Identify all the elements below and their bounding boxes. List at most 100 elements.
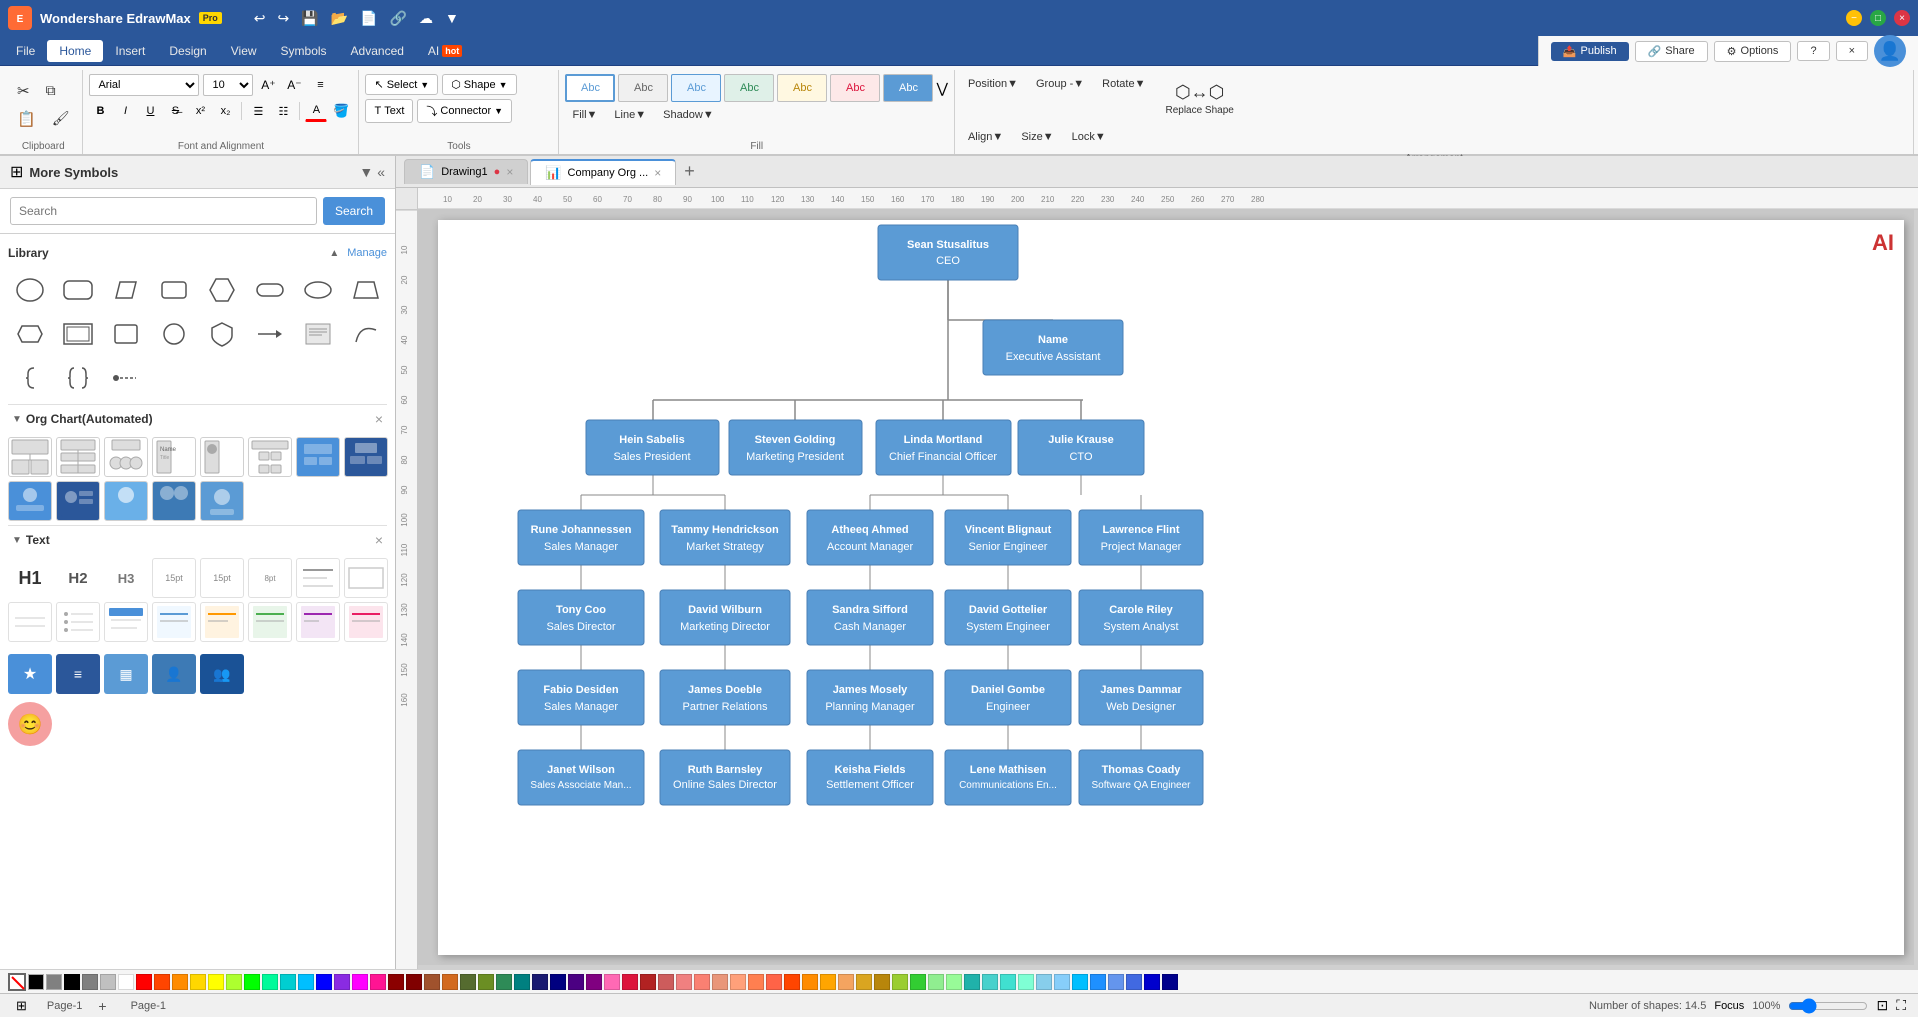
connector-button[interactable]: ⤵ Connector ▼ <box>417 99 512 123</box>
orgchart-template-9[interactable] <box>8 481 52 521</box>
italic-button[interactable]: I <box>114 100 136 122</box>
text-section-header[interactable]: ▼ Text × <box>8 525 387 554</box>
color-swatch-41[interactable] <box>802 974 818 990</box>
menu-file[interactable]: File <box>4 40 47 62</box>
color-swatch-55[interactable] <box>1054 974 1070 990</box>
color-swatch-58[interactable] <box>1108 974 1124 990</box>
color-swatch-37[interactable] <box>730 974 746 990</box>
text-h2[interactable]: H2 <box>56 558 100 598</box>
fullscreen-button[interactable]: ⛶ <box>1896 997 1906 1014</box>
orgchart-template-1[interactable] <box>8 437 52 477</box>
menu-insert[interactable]: Insert <box>103 40 157 62</box>
text-template-icon-4[interactable]: 👤 <box>152 654 196 694</box>
shape-brace[interactable] <box>8 358 52 398</box>
position-button[interactable]: Position▼ <box>961 74 1025 124</box>
shape-plus-dot[interactable] <box>104 358 148 398</box>
manage-button[interactable]: Manage <box>347 247 387 259</box>
paste-button[interactable]: 📋 <box>10 106 43 132</box>
text-template-colored-1[interactable] <box>104 602 148 642</box>
shape-pill[interactable] <box>248 270 292 310</box>
color-swatch-46[interactable] <box>892 974 908 990</box>
orgchart-template-2[interactable] <box>56 437 100 477</box>
numbering-button[interactable]: ☷ <box>272 100 294 122</box>
help-button[interactable]: ? <box>1797 41 1829 61</box>
color-swatch-47[interactable] <box>910 974 926 990</box>
shape-oval[interactable] <box>296 270 340 310</box>
orgchart-template-7[interactable] <box>296 437 340 477</box>
color-swatch-18[interactable] <box>388 974 404 990</box>
color-swatch-26[interactable] <box>532 974 548 990</box>
styles-expand-button[interactable]: ⋁ <box>936 80 947 97</box>
style-swatch-2[interactable]: Abc <box>618 74 668 102</box>
align-button[interactable]: ≡ <box>309 74 331 96</box>
color-swatch-24[interactable] <box>496 974 512 990</box>
color-swatch-48[interactable] <box>928 974 944 990</box>
line-button[interactable]: Line▼ <box>607 105 653 125</box>
shape-double-rect[interactable] <box>56 314 100 354</box>
color-swatch-3[interactable] <box>118 974 134 990</box>
color-swatch-38[interactable] <box>748 974 764 990</box>
fit-page-button[interactable]: ⊡ <box>1876 997 1888 1014</box>
color-swatch-44[interactable] <box>856 974 872 990</box>
text-small-2[interactable]: 15pt <box>200 558 244 598</box>
color-swatch-39[interactable] <box>766 974 782 990</box>
orgchart-template-12[interactable] <box>152 481 196 521</box>
color-swatch-13[interactable] <box>298 974 314 990</box>
maximize-button[interactable]: □ <box>1870 10 1886 26</box>
color-swatch-40[interactable] <box>784 974 800 990</box>
bold-button[interactable]: B <box>89 100 111 122</box>
text-small-3[interactable]: 8pt <box>248 558 292 598</box>
shape-rounded-rect[interactable] <box>56 270 100 310</box>
color-swatch-23[interactable] <box>478 974 494 990</box>
text-template-bullets[interactable] <box>56 602 100 642</box>
replace-shape-button[interactable]: ⬡↔⬡ Replace Shape <box>1156 74 1242 124</box>
superscript-button[interactable]: x² <box>189 100 211 122</box>
strikethrough-button[interactable]: S̶ <box>164 100 186 122</box>
orgchart-template-6[interactable] <box>248 437 292 477</box>
shape-text-block[interactable] <box>296 314 340 354</box>
color-swatch-11[interactable] <box>262 974 278 990</box>
no-color-btn[interactable] <box>8 973 26 991</box>
color-swatch-22[interactable] <box>460 974 476 990</box>
search-button[interactable]: Search <box>323 197 385 225</box>
format-painter-button[interactable]: 🖌 <box>45 106 77 132</box>
tab-drawing1[interactable]: 📄 Drawing1 ● × <box>404 159 528 184</box>
color-swatch-52[interactable] <box>1000 974 1016 990</box>
rotate-button[interactable]: Rotate▼ <box>1095 74 1152 124</box>
color-swatch-60[interactable] <box>1144 974 1160 990</box>
menu-advanced[interactable]: Advanced <box>339 40 416 62</box>
shape-trapezoid[interactable] <box>344 270 388 310</box>
menu-design[interactable]: Design <box>157 40 218 62</box>
color-swatch-56[interactable] <box>1072 974 1088 990</box>
color-swatch-29[interactable] <box>586 974 602 990</box>
text-template-list-1[interactable] <box>8 602 52 642</box>
menu-ai[interactable]: AI hot <box>416 40 474 62</box>
color-swatch-30[interactable] <box>604 974 620 990</box>
color-swatch-9[interactable] <box>226 974 242 990</box>
open-button[interactable]: 📂 <box>327 8 352 29</box>
style-swatch-5[interactable]: Abc <box>777 74 827 102</box>
orgchart-template-4[interactable]: NameTitle <box>152 437 196 477</box>
color-swatch-51[interactable] <box>982 974 998 990</box>
text-template-icon-5[interactable]: 👥 <box>200 654 244 694</box>
color-black[interactable] <box>28 974 44 990</box>
font-size-select[interactable]: 10 <box>203 74 253 96</box>
color-swatch-17[interactable] <box>370 974 386 990</box>
shape-shield[interactable] <box>200 314 244 354</box>
size-button[interactable]: Size▼ <box>1014 127 1060 147</box>
font-family-select[interactable]: Arial <box>89 74 199 96</box>
add-tab-button[interactable]: + <box>678 161 701 182</box>
style-swatch-7[interactable]: Abc <box>883 74 933 102</box>
text-h3[interactable]: H3 <box>104 558 148 598</box>
search-input[interactable] <box>10 197 317 225</box>
canvas[interactable]: AI <box>418 210 1914 965</box>
avatar-preview[interactable]: 😊 <box>8 702 52 746</box>
shape-curve[interactable] <box>344 314 388 354</box>
text-template-icon-2[interactable]: ≡ <box>56 654 100 694</box>
color-swatch-34[interactable] <box>676 974 692 990</box>
orgchart-template-5[interactable] <box>200 437 244 477</box>
new-button[interactable]: 📄 <box>356 8 381 29</box>
shape-circle[interactable] <box>8 270 52 310</box>
underline-button[interactable]: U <box>139 100 161 122</box>
text-template-colored-5[interactable] <box>296 602 340 642</box>
